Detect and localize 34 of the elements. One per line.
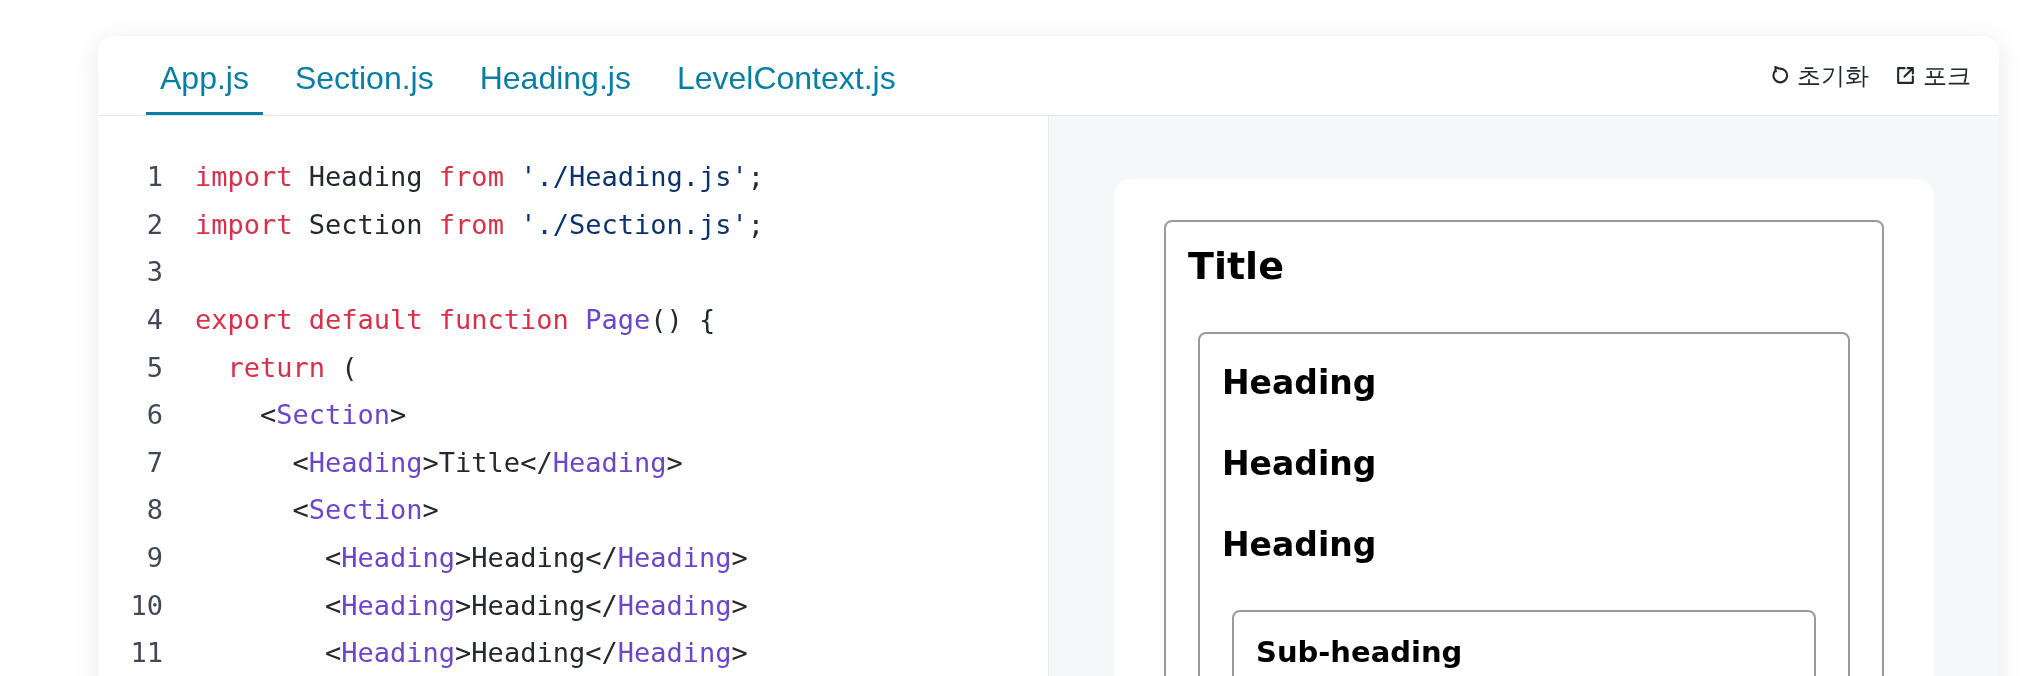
code-line: import Heading from './Heading.js'; (195, 161, 764, 193)
file-tab[interactable]: Heading.js (465, 36, 645, 115)
section-heading: Heading (1222, 524, 1378, 566)
line-number: 5 (145, 351, 163, 383)
file-tab[interactable]: App.js (146, 36, 263, 115)
section-heading: Heading (1222, 362, 1378, 404)
fork-button[interactable]: 포크 (1895, 55, 1971, 96)
code-line: export default function Page() { (195, 304, 716, 336)
line-number: 10 (129, 589, 163, 621)
reset-button[interactable]: 초기화 (1769, 55, 1869, 96)
code-line: <Heading>Heading</Heading> (324, 542, 748, 574)
line-number: 3 (145, 256, 163, 288)
code-line: import Section from './Section.js'; (195, 208, 764, 240)
code-line: <Section> (291, 494, 439, 526)
line-number: 2 (145, 208, 163, 240)
code-line: <Section> (259, 399, 407, 431)
line-number: 9 (145, 542, 163, 574)
external-link-icon (1895, 65, 1916, 86)
code-line: <Heading>Title</Heading> (291, 446, 683, 478)
file-tab[interactable]: LevelContext.js (662, 36, 910, 115)
code-line: return ( (226, 351, 358, 383)
sub-heading: Sub-heading (1256, 634, 1464, 671)
line-number: 1 (145, 161, 163, 193)
line-number: 8 (145, 494, 163, 526)
reset-icon (1769, 65, 1790, 86)
section-heading: Heading (1222, 443, 1378, 485)
code-line: <Heading>Heading</Heading> (324, 589, 748, 621)
file-tab[interactable]: Section.js (280, 36, 448, 115)
code-line: <Heading>Heading</Heading> (324, 637, 748, 669)
line-number: 6 (145, 399, 163, 431)
line-number: 7 (145, 446, 163, 478)
title-heading: Title (1188, 243, 1285, 290)
line-number: 4 (145, 304, 163, 336)
line-number: 11 (129, 637, 163, 669)
